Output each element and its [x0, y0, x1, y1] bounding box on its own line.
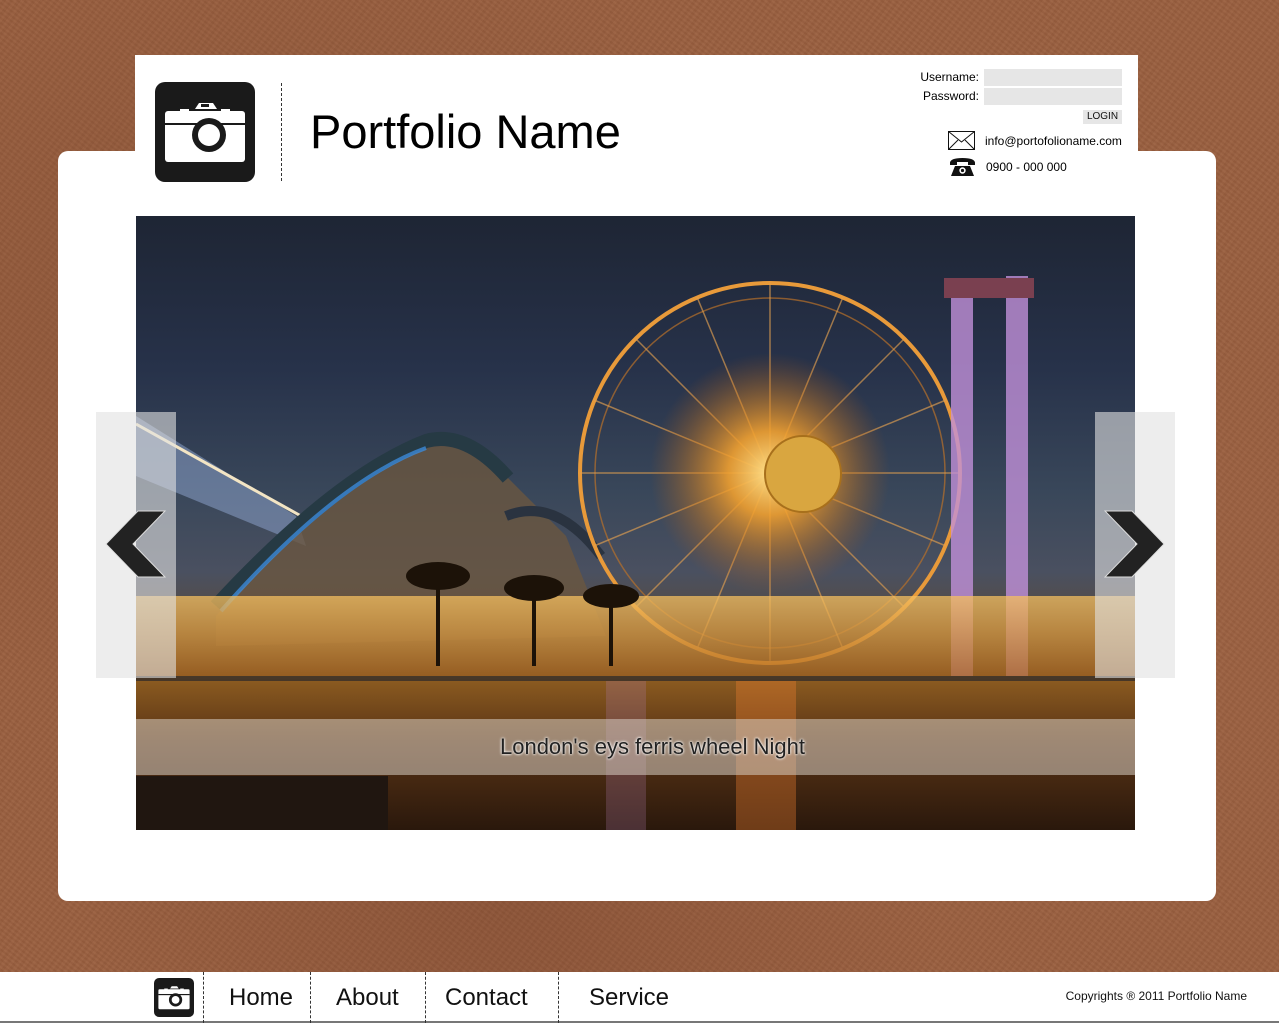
logo[interactable]	[155, 82, 255, 182]
phone-number: 0900 - 000 000	[986, 160, 1067, 174]
slide-caption: London's eys ferris wheel Night	[499, 734, 806, 759]
footer-nav-contact[interactable]: Contact	[445, 972, 528, 1023]
footer-divider	[425, 972, 426, 1023]
camera-icon	[165, 103, 245, 162]
footer-divider	[203, 972, 204, 1023]
telephone-icon	[950, 158, 975, 176]
prev-slide-button[interactable]	[96, 412, 176, 678]
password-input[interactable]	[984, 88, 1122, 105]
camera-icon	[158, 986, 190, 1010]
password-label: Password:	[922, 89, 979, 103]
login-button[interactable]: LOGIN	[1083, 110, 1122, 124]
envelope-icon	[948, 131, 975, 150]
username-label: Username:	[920, 70, 979, 84]
copyright-text: Copyrights ® 2011 Portfolio Name	[1065, 989, 1247, 1003]
footer-divider	[310, 972, 311, 1023]
chevron-right-icon	[1104, 510, 1165, 578]
email-link[interactable]: info@portofolioname.com	[985, 134, 1122, 148]
footer: Home About Contact Service Copyrights ® …	[0, 972, 1279, 1023]
phone-row: 0900 - 000 000	[949, 157, 1067, 177]
footer-nav-home[interactable]: Home	[229, 972, 293, 1023]
email-row: info@portofolioname.com	[948, 131, 1122, 150]
footer-nav-about[interactable]: About	[336, 972, 399, 1023]
username-input[interactable]	[984, 69, 1122, 86]
footer-nav-service[interactable]: Service	[589, 972, 669, 1023]
chevron-left-icon	[105, 510, 167, 578]
logo-divider	[281, 83, 282, 181]
footer-divider	[558, 972, 559, 1023]
next-slide-button[interactable]	[1095, 412, 1175, 678]
footer-logo[interactable]	[154, 978, 194, 1017]
site-title: Portfolio Name	[310, 105, 621, 158]
